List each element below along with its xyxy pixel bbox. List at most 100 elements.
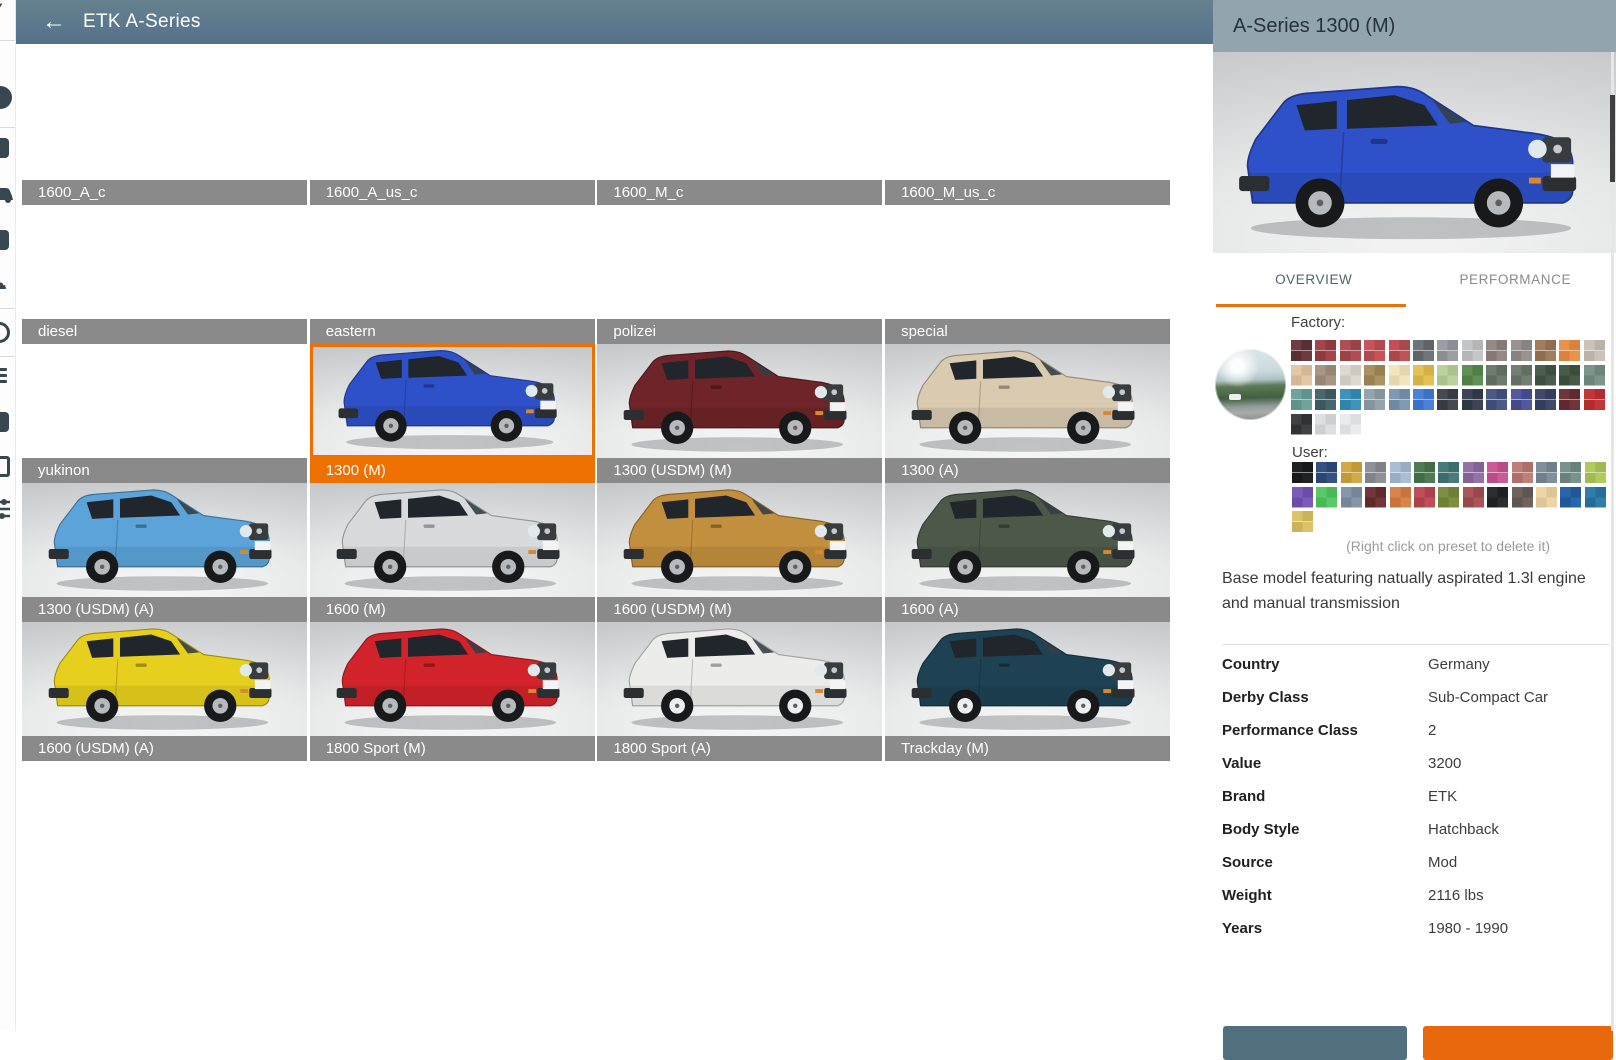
color-swatch[interactable] <box>1486 365 1507 386</box>
color-swatch[interactable] <box>1389 365 1410 386</box>
primary-action-button[interactable] <box>1423 1026 1613 1060</box>
color-swatch[interactable] <box>1316 462 1337 483</box>
color-swatch[interactable] <box>1340 340 1361 361</box>
module-icon[interactable] <box>0 230 9 250</box>
color-swatch[interactable] <box>1364 389 1385 410</box>
color-swatch[interactable] <box>1535 340 1556 361</box>
scrollbar[interactable] <box>1611 52 1614 1031</box>
color-swatch[interactable] <box>1364 340 1385 361</box>
back-arrow-icon[interactable]: ← <box>42 10 66 34</box>
color-swatch[interactable] <box>1341 462 1362 483</box>
config-tile[interactable]: polizei <box>597 205 882 344</box>
color-swatch[interactable] <box>1585 487 1606 508</box>
color-swatch[interactable] <box>1559 340 1580 361</box>
config-tile[interactable]: 1800 Sport (M) <box>310 622 595 761</box>
color-swatch[interactable] <box>1559 365 1580 386</box>
circle-badge-icon[interactable] <box>0 86 12 109</box>
color-swatch[interactable] <box>1535 389 1556 410</box>
config-tile[interactable]: 1600_M_us_c <box>885 66 1170 205</box>
color-swatch[interactable] <box>1414 462 1435 483</box>
color-swatch[interactable] <box>1584 340 1605 361</box>
scrollbar-thumb[interactable] <box>1610 95 1615 182</box>
chevrons-icon[interactable]: » <box>0 47 1 69</box>
list-icon[interactable] <box>0 368 7 386</box>
color-swatch[interactable] <box>1486 340 1507 361</box>
ring-icon[interactable] <box>0 322 10 343</box>
color-swatch[interactable] <box>1462 389 1483 410</box>
color-swatch[interactable] <box>1340 365 1361 386</box>
config-tile[interactable]: 1600_A_c <box>22 66 307 205</box>
color-swatch[interactable] <box>1414 487 1435 508</box>
config-tile[interactable]: 1600_A_us_c <box>310 66 595 205</box>
config-tile[interactable]: 1800 Sport (A) <box>597 622 882 761</box>
color-swatch[interactable] <box>1365 487 1386 508</box>
color-swatch[interactable] <box>1560 462 1581 483</box>
color-swatch[interactable] <box>1389 340 1410 361</box>
color-swatch[interactable] <box>1511 340 1532 361</box>
box-icon[interactable] <box>0 138 9 158</box>
color-swatch[interactable] <box>1560 487 1581 508</box>
tune-icon[interactable] <box>0 498 11 525</box>
color-swatch[interactable] <box>1365 462 1386 483</box>
frame-icon[interactable] <box>0 456 10 477</box>
config-tile[interactable]: diesel <box>22 205 307 344</box>
color-swatch[interactable] <box>1413 389 1434 410</box>
config-tile[interactable]: 1600 (M) <box>310 483 595 622</box>
color-swatch[interactable] <box>1438 462 1459 483</box>
color-swatch[interactable] <box>1463 462 1484 483</box>
tab-overview[interactable]: OVERVIEW <box>1213 253 1415 307</box>
color-swatch[interactable] <box>1413 365 1434 386</box>
config-tile[interactable]: eastern <box>310 205 595 344</box>
color-swatch[interactable] <box>1315 340 1336 361</box>
secondary-action-button[interactable] <box>1223 1026 1407 1060</box>
color-swatch[interactable] <box>1413 340 1434 361</box>
config-tile[interactable]: Trackday (M) <box>885 622 1170 761</box>
color-swatch[interactable] <box>1291 389 1312 410</box>
color-swatch[interactable] <box>1535 365 1556 386</box>
config-tile[interactable]: 1600 (USDM) (M) <box>597 483 882 622</box>
color-swatch[interactable] <box>1315 365 1336 386</box>
color-swatch[interactable] <box>1291 365 1312 386</box>
color-swatch[interactable] <box>1292 487 1313 508</box>
color-swatch[interactable] <box>1292 462 1313 483</box>
color-swatch[interactable] <box>1316 487 1337 508</box>
config-tile[interactable]: 1300 (M) <box>310 344 595 483</box>
color-swatch[interactable] <box>1511 389 1532 410</box>
tab-performance[interactable]: PERFORMANCE <box>1415 253 1616 307</box>
config-tile[interactable]: 1600 (USDM) (A) <box>22 622 307 761</box>
color-swatch[interactable] <box>1585 462 1606 483</box>
color-swatch[interactable] <box>1487 462 1508 483</box>
vehicle-icon[interactable] <box>0 186 15 209</box>
config-tile[interactable]: yukinon <box>22 344 307 483</box>
color-swatch[interactable] <box>1512 487 1533 508</box>
color-swatch[interactable] <box>1389 389 1410 410</box>
color-swatch[interactable] <box>1340 389 1361 410</box>
color-swatch[interactable] <box>1463 487 1484 508</box>
color-swatch[interactable] <box>1486 389 1507 410</box>
panel-icon[interactable] <box>0 412 9 432</box>
color-swatch[interactable] <box>1291 340 1312 361</box>
config-tile[interactable]: 1300 (USDM) (M) <box>597 344 882 483</box>
color-swatch[interactable] <box>1340 414 1361 435</box>
color-swatch[interactable] <box>1462 340 1483 361</box>
color-swatch[interactable] <box>1437 365 1458 386</box>
color-swatch[interactable] <box>1487 487 1508 508</box>
color-swatch[interactable] <box>1559 389 1580 410</box>
color-swatch[interactable] <box>1292 511 1313 532</box>
color-swatch[interactable] <box>1390 487 1411 508</box>
color-swatch[interactable] <box>1536 462 1557 483</box>
color-swatch[interactable] <box>1364 365 1385 386</box>
color-swatch[interactable] <box>1584 389 1605 410</box>
config-tile[interactable]: special <box>885 205 1170 344</box>
config-tile[interactable]: 1300 (USDM) (A) <box>22 483 307 622</box>
color-swatch[interactable] <box>1438 487 1459 508</box>
color-swatch[interactable] <box>1462 365 1483 386</box>
color-swatch[interactable] <box>1315 414 1336 435</box>
config-tile[interactable]: 1300 (A) <box>885 344 1170 483</box>
config-tile[interactable]: 1600_M_c <box>597 66 882 205</box>
color-swatch[interactable] <box>1584 365 1605 386</box>
color-swatch[interactable] <box>1437 389 1458 410</box>
color-swatch[interactable] <box>1511 365 1532 386</box>
color-swatch[interactable] <box>1536 487 1557 508</box>
cloud-icon[interactable]: ☁ <box>0 274 7 294</box>
